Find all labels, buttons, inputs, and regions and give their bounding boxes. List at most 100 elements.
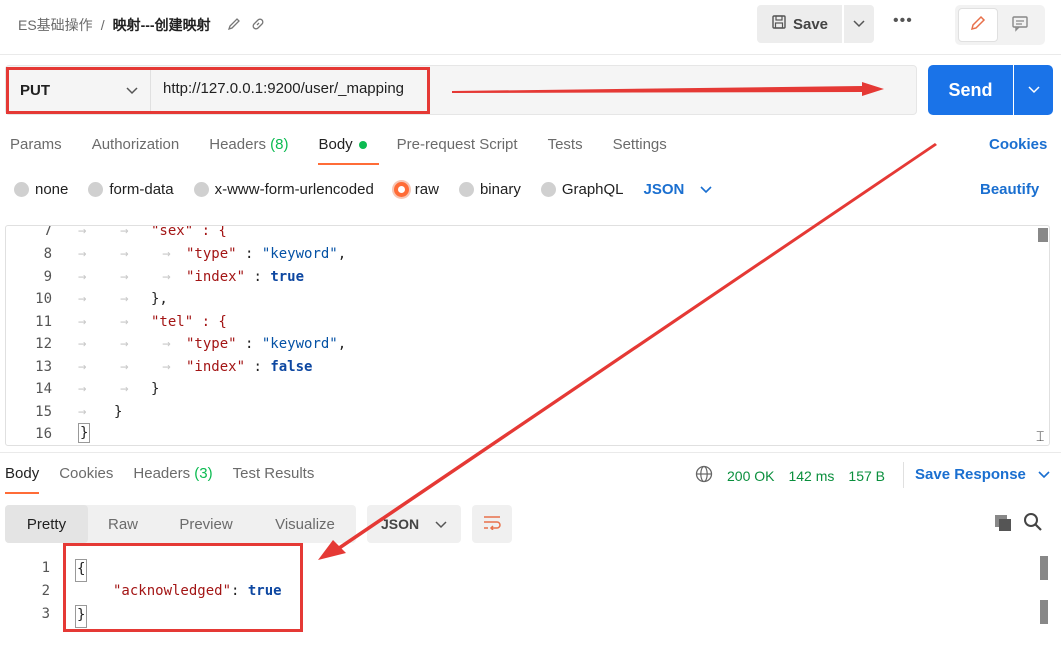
tab-body-label: Body [318,136,353,153]
radio-circle [458,182,474,197]
radio-form-data[interactable]: form-data [88,181,174,198]
divider [0,452,1061,453]
chevron-down-icon [700,181,712,198]
line-number: 10 [35,291,52,307]
pencil-icon[interactable] [227,17,241,34]
search-icon[interactable] [1023,512,1043,537]
response-scrollbar[interactable] [1040,600,1048,624]
line-number: 12 [35,336,52,352]
documentation-button[interactable] [1000,8,1040,42]
divider [0,54,1061,55]
tab-settings[interactable]: Settings [613,136,667,153]
edit-mode-button[interactable] [958,8,998,42]
line-number: 13 [35,358,52,375]
comment-icon [1011,14,1029,37]
send-dropdown-button[interactable] [1014,65,1053,115]
response-headers-count: (3) [194,465,213,482]
response-tab-headers-label: Headers [133,465,191,482]
json-value: true [270,268,305,285]
view-tab-raw[interactable]: Raw [88,505,158,543]
view-tab-visualize[interactable]: Visualize [254,505,356,543]
radio-none[interactable]: none [14,181,68,198]
code-text: "type" : "keyword", [186,246,347,262]
editor-scrollbar[interactable] [1038,228,1048,242]
code-text: "type" : "keyword", [186,336,347,352]
line-number: 7 [43,225,52,239]
radio-graphql[interactable]: GraphQL [540,181,624,198]
radio-circle [540,182,556,197]
chevron-down-icon [1038,466,1050,483]
status-code[interactable]: 200 OK [727,468,774,484]
radio-label: binary [479,181,521,198]
response-tab-body[interactable]: Body [5,465,40,494]
save-label: Save [792,15,829,33]
code-text: } [114,403,123,420]
response-scrollbar[interactable] [1040,556,1048,580]
json-key: "type" [186,336,237,352]
json-value: "keyword" [261,246,338,262]
radio-raw[interactable]: raw [393,181,439,198]
cookies-link[interactable]: Cookies [989,136,1047,153]
response-tabs: Body Cookies Headers (3) Test Results [5,465,315,494]
body-format-select[interactable]: JSON [644,181,713,198]
radio-circle-selected [393,182,409,197]
request-tabs: Params Authorization Headers (8) Body Pr… [10,136,667,165]
response-size[interactable]: 157 B [848,468,885,484]
response-status-bar: 200 OK 142 ms 157 B [695,465,885,486]
radio-circle [14,182,29,197]
copy-icon[interactable] [993,513,1013,538]
response-time[interactable]: 142 ms [788,468,834,484]
code-text: "index" : false [186,358,313,375]
radio-label: x-www-form-urlencoded [214,181,374,198]
line-number: 14 [35,381,52,397]
chevron-down-icon [435,516,447,532]
tab-authorization[interactable]: Authorization [92,136,180,153]
link-icon[interactable] [251,17,265,34]
view-tab-preview[interactable]: Preview [158,505,254,543]
tab-body[interactable]: Body [318,136,379,165]
send-button[interactable]: Send [928,65,1013,115]
tab-prerequest-script[interactable]: Pre-request Script [397,136,518,153]
headers-count: (8) [270,136,289,153]
radio-binary[interactable]: binary [458,181,521,198]
code-text: "sex" : { [151,225,227,239]
save-icon [771,14,787,34]
line-number: 11 [35,313,52,330]
response-tab-test-results[interactable]: Test Results [233,465,315,482]
response-view-tabs: Pretty Raw Preview Visualize [5,505,356,543]
divider [903,462,904,488]
chevron-down-icon [1027,81,1040,99]
tab-tests[interactable]: Tests [548,136,583,153]
save-button[interactable]: Save [757,5,842,43]
response-tab-cookies[interactable]: Cookies [59,465,113,482]
collection-name[interactable]: ES基础操作 [18,15,93,35]
response-format-select[interactable]: JSON [367,505,461,543]
json-key: "index" [186,268,246,285]
wrap-lines-button[interactable] [472,505,512,543]
line-number: 15 [35,403,52,420]
body-type-selector: none form-data x-www-form-urlencoded raw… [14,181,712,198]
line-number: 1 [41,560,50,576]
radio-label: form-data [109,181,174,198]
globe-icon[interactable] [695,465,713,486]
pencil-icon [969,14,987,37]
request-name[interactable]: 映射---创建映射 [113,15,211,35]
code-text: "index" : true [186,268,305,285]
response-tab-headers[interactable]: Headers (3) [133,465,212,482]
json-key: "type" [186,246,237,262]
view-tab-pretty[interactable]: Pretty [5,505,88,543]
tab-params[interactable]: Params [10,136,62,153]
radio-circle [193,182,209,197]
annotation-box-request [6,67,430,114]
beautify-link[interactable]: Beautify [980,181,1039,198]
save-response-button[interactable]: Save Response [915,466,1050,483]
request-body-editor[interactable]: 7 → → "sex" : { 8 → → → "type" : "keyword",… [5,225,1050,446]
radio-urlencoded[interactable]: x-www-form-urlencoded [193,181,374,198]
save-response-label: Save Response [915,466,1026,483]
tab-headers[interactable]: Headers (8) [209,136,288,153]
format-label: JSON [381,516,420,532]
line-number: 8 [43,246,52,262]
save-dropdown-button[interactable] [844,5,874,43]
more-options-button[interactable]: ••• [893,12,913,30]
text-cursor-icon: ⌶ [1036,428,1045,444]
